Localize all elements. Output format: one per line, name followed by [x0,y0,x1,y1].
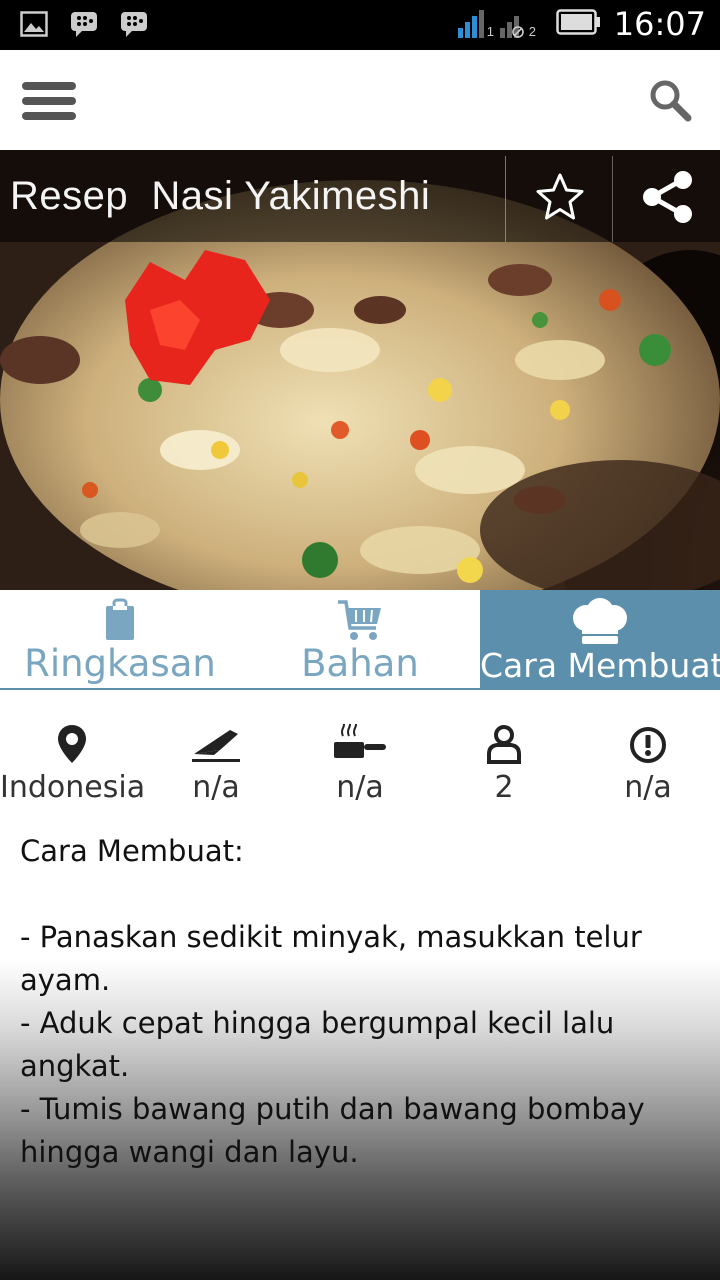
instruction-step: - Aduk cepat hingga bergumpal kecil lalu… [20,1006,615,1083]
tab-label: Cara Membuat [480,646,720,685]
pan-icon [288,720,432,764]
sim1-label: 1 [486,24,495,39]
action-bar [0,50,720,150]
battery-icon [556,8,602,40]
chef-hat-icon [570,598,630,651]
status-bar: 1 2 16:07 [0,0,720,50]
info-label: n/a [192,770,240,805]
menu-button[interactable] [22,82,78,122]
instruction-step: - Tumis bawang putih dan bawang bombay h… [20,1092,645,1169]
info-cook: n/a [288,720,432,805]
bbm-icon [120,10,148,38]
instructions-panel: Cara Membuat: - Panaskan sedikit minyak,… [0,820,720,1280]
info-prep: n/a [144,720,288,805]
favorite-button[interactable] [532,172,588,222]
share-button[interactable] [640,170,696,224]
person-icon [432,720,576,764]
location-pin-icon [0,720,144,764]
instructions-text: Cara Membuat: - Panaskan sedikit minyak,… [20,830,680,1174]
tab-bahan[interactable]: Bahan [240,590,480,688]
info-label: n/a [624,770,672,805]
divider [505,156,506,242]
clock: 16:07 [613,5,706,43]
divider [612,156,613,242]
tab-cara-membuat[interactable]: Cara Membuat [480,590,720,688]
search-icon [648,80,692,126]
instructions-heading: Cara Membuat: [20,834,244,868]
share-icon [640,171,696,228]
title-bar: Resep Nasi Yakimeshi [0,150,720,242]
info-label: n/a [336,770,384,805]
recipe-hero: Resep Nasi Yakimeshi [0,150,720,590]
tab-bar: Ringkasan Bahan Cara Membuat [0,590,720,690]
cart-icon [336,598,384,647]
tab-label: Bahan [301,642,419,685]
sim2-label: 2 [528,24,537,39]
instruction-step: - Panaskan sedikit minyak, masukkan telu… [20,920,642,997]
tab-label: Ringkasan [24,642,216,685]
recipe-title: Resep Nasi Yakimeshi [10,174,431,218]
alert-icon [576,720,720,764]
star-icon [532,173,588,226]
info-servings: 2 [432,720,576,805]
menu-icon [22,82,78,122]
tab-ringkasan[interactable]: Ringkasan [0,590,240,688]
search-button[interactable] [648,78,692,122]
signal-icon: 1 2 [456,4,544,44]
info-difficulty: n/a [576,720,720,805]
clipboard-icon [105,598,135,647]
recipe-info-row: Indonesia n/a n/a 2 n/a [0,720,720,820]
info-label: Indonesia [0,770,146,805]
info-origin: Indonesia [0,720,146,805]
knife-icon [144,720,288,764]
info-label: 2 [494,770,514,805]
gallery-icon [20,10,48,38]
bbm-icon [70,10,98,38]
